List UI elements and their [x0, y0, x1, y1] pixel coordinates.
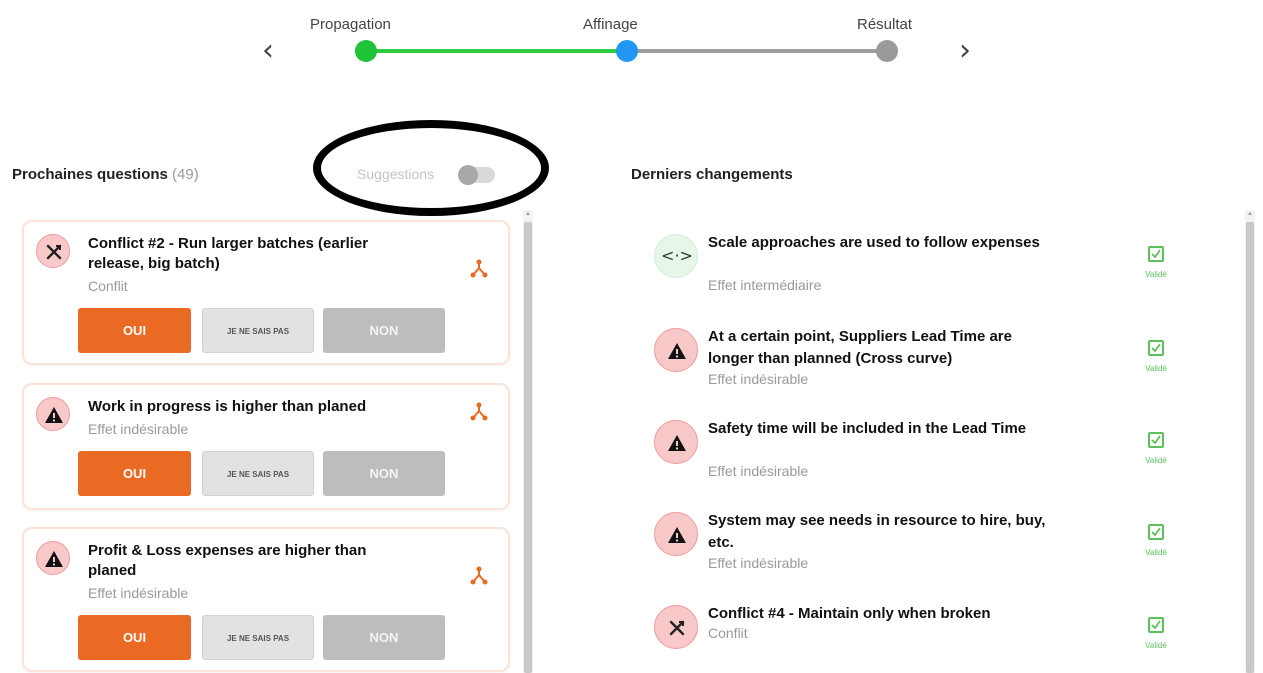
check-icon — [1148, 246, 1164, 262]
next-questions-heading: Prochaines questions (49) — [12, 166, 199, 183]
warning-icon — [36, 541, 70, 575]
check-icon — [1148, 340, 1164, 356]
validated-label: Validé — [1145, 548, 1167, 557]
question-type: Conflit — [88, 278, 128, 294]
yes-button[interactable]: OUI — [78, 451, 191, 496]
graph-branch-icon[interactable] — [468, 401, 490, 423]
validated-label: Validé — [1145, 364, 1167, 373]
step-dot-propagation[interactable] — [355, 40, 377, 62]
scroll-thumb[interactable] — [1246, 222, 1254, 673]
warning-icon — [654, 420, 698, 464]
change-title: Scale approaches are used to follow expe… — [708, 234, 1040, 251]
change-type: Effet indésirable — [708, 371, 809, 387]
scroll-thumb[interactable] — [524, 222, 532, 673]
changes-scrollbar[interactable]: ▲ — [1245, 210, 1255, 673]
change-title: System may see needs in resource to hire… — [708, 512, 1046, 551]
question-title: Profit & Loss expenses are higher than p… — [88, 542, 367, 579]
warning-icon — [654, 328, 698, 372]
change-type: Effet indésirable — [708, 555, 809, 571]
step-label-propagation: Propagation — [310, 16, 391, 33]
scroll-up-icon[interactable]: ▲ — [1247, 210, 1253, 218]
yes-button[interactable]: OUI — [78, 308, 191, 353]
graph-branch-icon[interactable] — [468, 258, 490, 280]
change-type: Effet indésirable — [708, 463, 809, 479]
question-title: Conflict #2 - Run larger batches (earlie… — [88, 235, 369, 272]
check-icon — [1148, 524, 1164, 540]
arrows-horizontal-icon: <·> — [654, 234, 698, 278]
check-icon — [1148, 432, 1164, 448]
chevron-right-icon[interactable]: › — [953, 36, 977, 66]
check-icon — [1148, 617, 1164, 633]
question-card: Conflict #2 - Run larger batches (earlie… — [22, 220, 510, 365]
step-label-affinage: Affinage — [583, 16, 638, 33]
warning-icon — [654, 512, 698, 556]
step-dot-affinage[interactable] — [616, 40, 638, 62]
change-type: Effet intermédiaire — [708, 277, 822, 293]
question-card: Profit & Loss expenses are higher than p… — [22, 527, 510, 672]
warning-icon — [36, 397, 70, 431]
progress-stepper: ‹ Propagation Affinage Résultat › — [0, 0, 1263, 90]
change-type: Conflit — [708, 625, 748, 641]
validated-label: Validé — [1145, 641, 1167, 650]
dont-know-button[interactable]: JE NE SAIS PAS — [202, 615, 314, 660]
dont-know-button[interactable]: JE NE SAIS PAS — [202, 308, 314, 353]
step-label-resultat: Résultat — [857, 16, 913, 33]
conflict-icon — [654, 605, 698, 649]
arrows-glyph: <·> — [661, 246, 693, 265]
question-type: Effet indésirable — [88, 421, 189, 437]
step-dot-resultat[interactable] — [876, 40, 898, 62]
toggle-knob — [458, 165, 478, 185]
scroll-up-icon[interactable]: ▲ — [525, 210, 531, 218]
suggestions-label: Suggestions — [357, 166, 435, 182]
no-button[interactable]: NON — [323, 308, 445, 353]
dont-know-button[interactable]: JE NE SAIS PAS — [202, 451, 314, 496]
change-title: Conflict #4 - Maintain only when broken — [708, 605, 991, 622]
question-type: Effet indésirable — [88, 585, 189, 601]
graph-branch-icon[interactable] — [468, 565, 490, 587]
recent-changes-title: Derniers changements — [631, 166, 793, 183]
yes-button[interactable]: OUI — [78, 615, 191, 660]
question-title: Work in progress is higher than planed — [88, 398, 367, 415]
next-questions-title: Prochaines questions — [12, 166, 168, 183]
no-button[interactable]: NON — [323, 615, 445, 660]
question-count: (49) — [172, 166, 199, 183]
step-connector-pending — [636, 49, 878, 53]
questions-scrollbar[interactable]: ▲ — [523, 210, 533, 673]
conflict-icon — [36, 234, 70, 268]
chevron-left-icon[interactable]: ‹ — [256, 36, 280, 66]
change-title: At a certain point, Suppliers Lead Time … — [708, 328, 1012, 367]
question-card: Work in progress is higher than planed E… — [22, 383, 510, 510]
validated-label: Validé — [1145, 456, 1167, 465]
change-title: Safety time will be included in the Lead… — [708, 420, 1027, 437]
suggestions-toggle[interactable] — [458, 165, 495, 185]
no-button[interactable]: NON — [323, 451, 445, 496]
validated-label: Validé — [1145, 270, 1167, 279]
step-connector-done — [375, 49, 619, 53]
